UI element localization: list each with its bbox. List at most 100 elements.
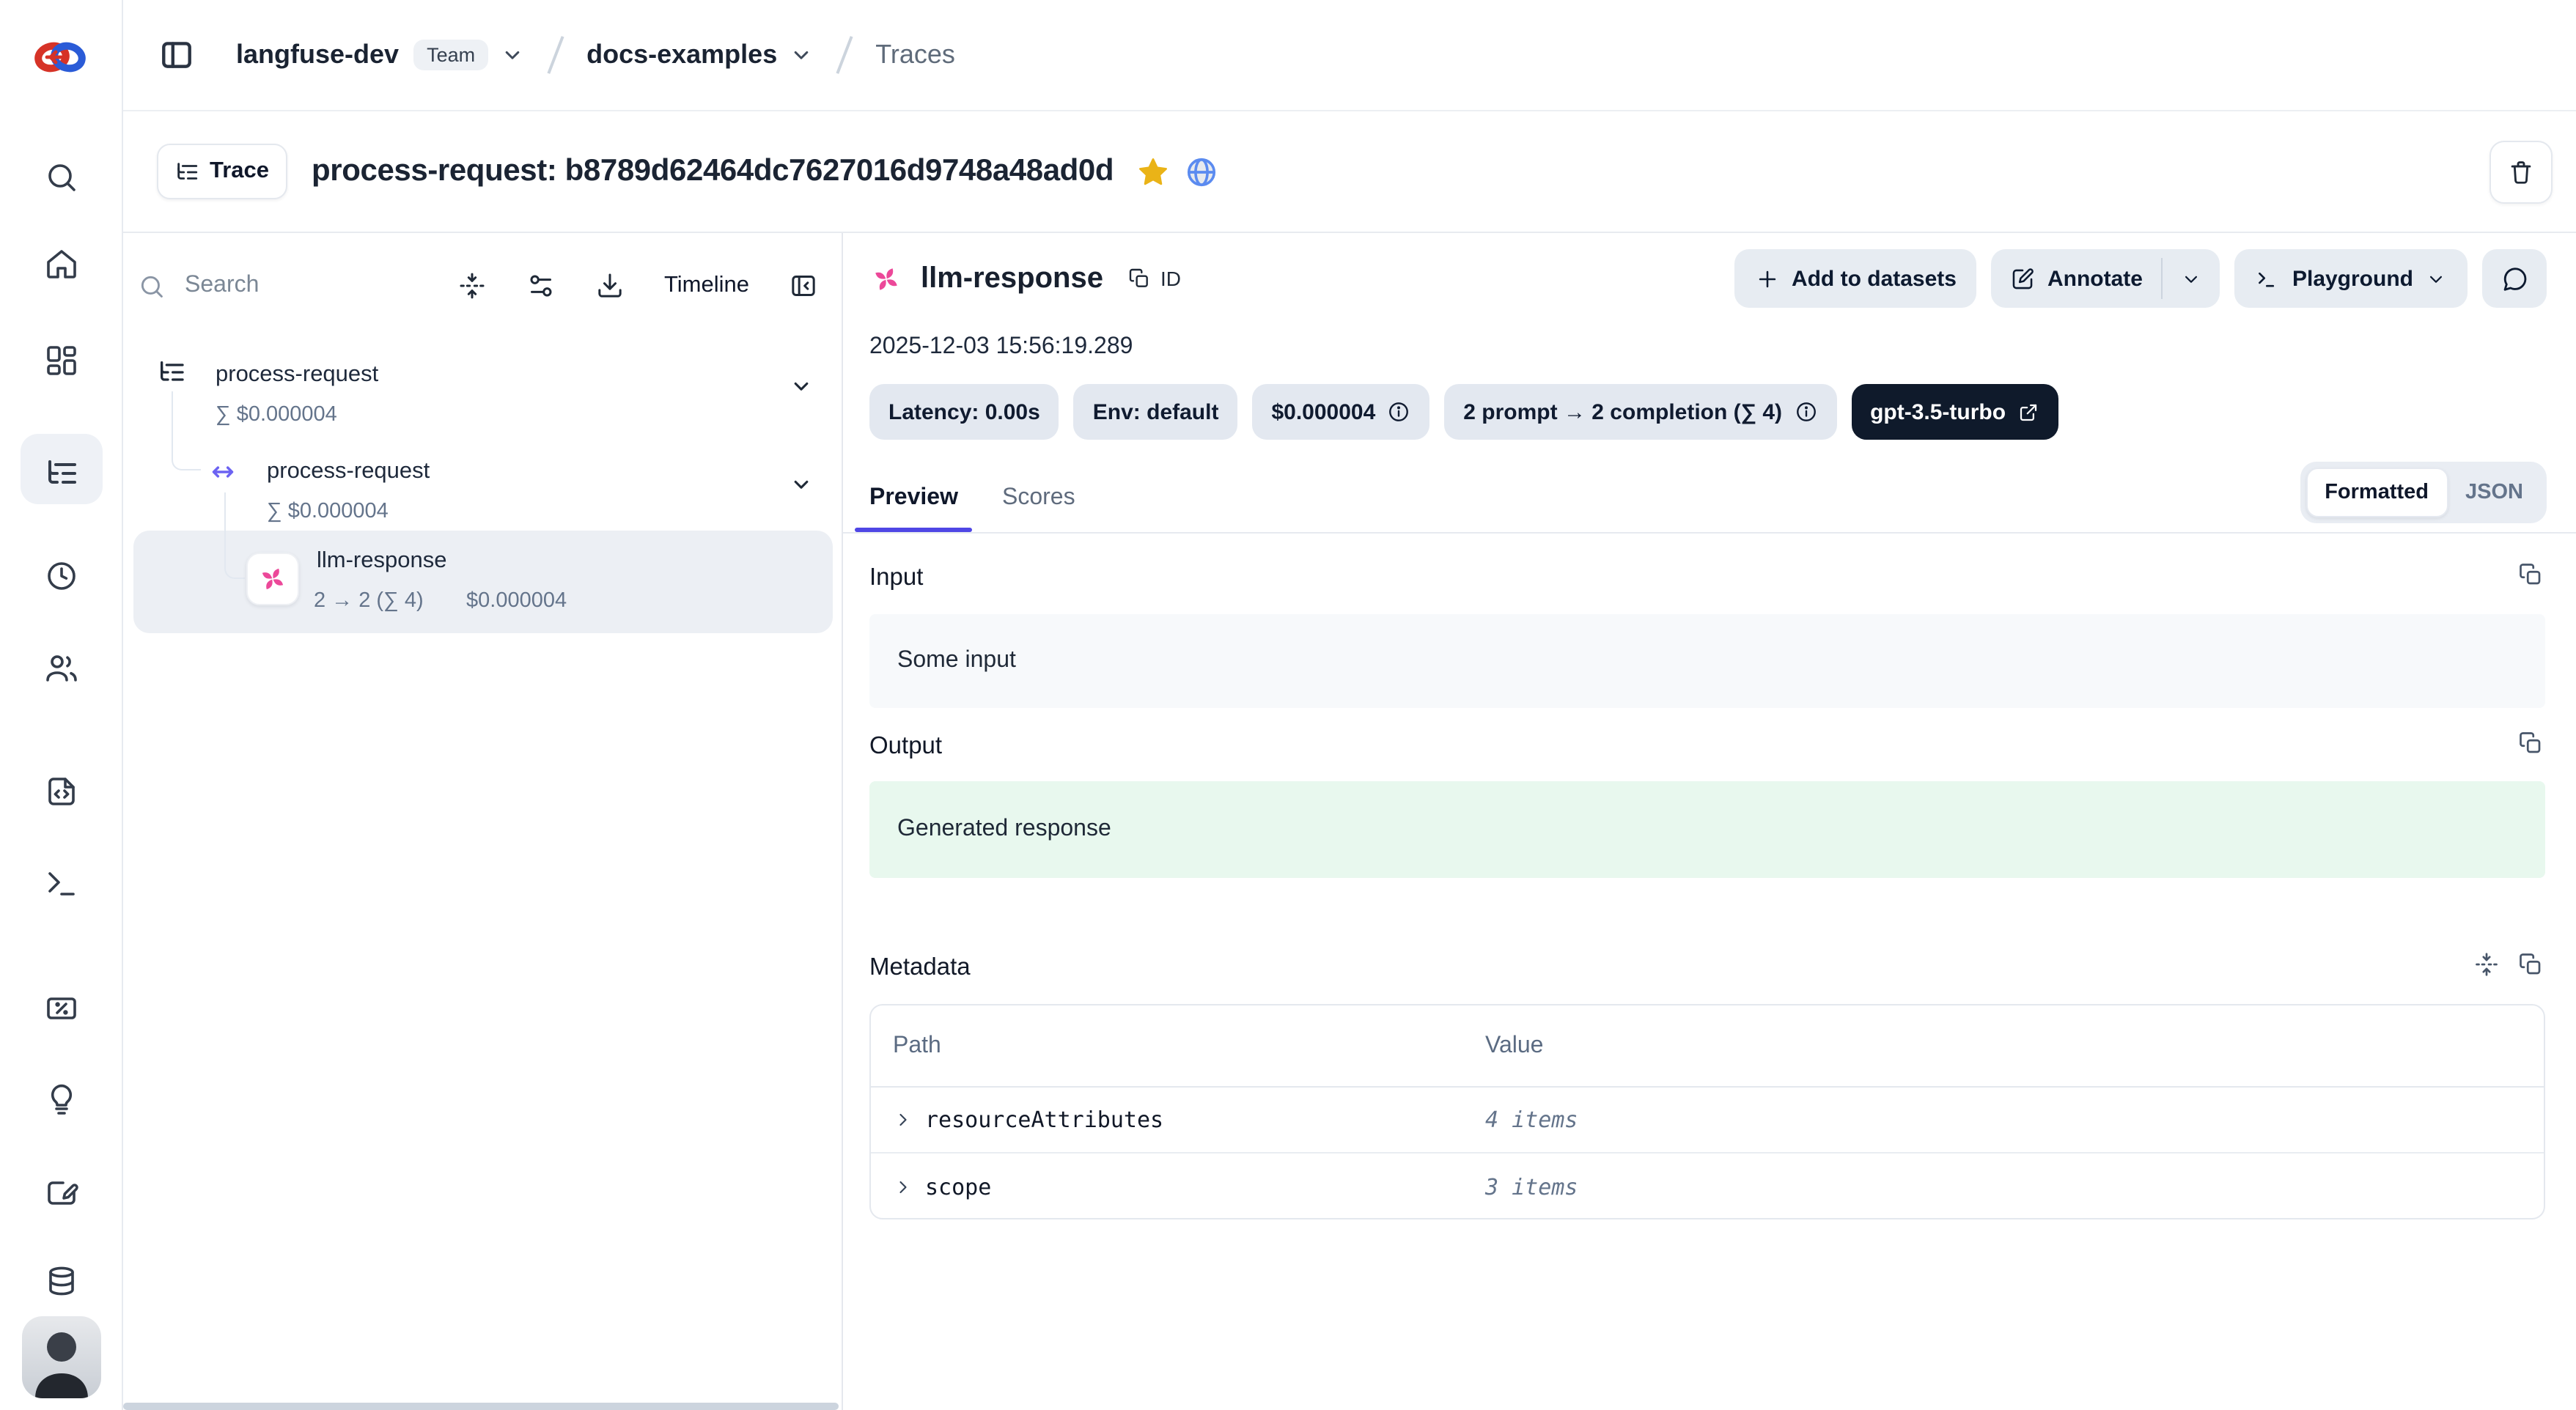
tree-connector: [172, 391, 201, 470]
expand-metadata-icon[interactable]: [2473, 951, 2500, 978]
model-badge[interactable]: gpt-3.5-turbo: [1851, 384, 2058, 440]
tree-node-cost: $0.000004: [466, 589, 567, 613]
rail-item-users[interactable]: [44, 651, 79, 686]
rail-item-dashboards[interactable]: [44, 343, 79, 378]
tab-scores[interactable]: Scores: [987, 465, 1090, 532]
info-icon[interactable]: [1794, 400, 1817, 424]
user-avatar[interactable]: [22, 1316, 101, 1398]
project-chevron-down-icon[interactable]: [789, 43, 814, 67]
copy-metadata-icon[interactable]: [2517, 951, 2544, 978]
terminal-icon: [2256, 266, 2281, 291]
breadcrumb-section[interactable]: Traces: [875, 40, 955, 70]
detail-tabs: Preview Scores: [855, 465, 1090, 532]
chevron-right-icon[interactable]: [893, 1110, 913, 1130]
trace-node-icon: [157, 358, 186, 387]
rail-item-sessions[interactable]: [44, 558, 79, 594]
id-label: ID: [1160, 267, 1181, 290]
metadata-value: 4 items: [1485, 1107, 2544, 1133]
format-option-formatted[interactable]: Formatted: [2305, 468, 2448, 517]
external-link-icon: [2017, 401, 2039, 423]
download-icon[interactable]: [595, 271, 625, 300]
chevron-down-icon: [2425, 267, 2447, 289]
detail-header: llm-response ID Add to datasets Annotate: [869, 249, 2547, 308]
generation-icon: [869, 262, 903, 295]
output-section-label: Output: [869, 733, 942, 761]
tab-preview[interactable]: Preview: [855, 465, 973, 532]
tree-node-cost: ∑ $0.000004: [267, 500, 389, 523]
tree-node-name[interactable]: process-request: [216, 362, 378, 388]
playground-button[interactable]: Playground: [2235, 249, 2468, 308]
comments-button[interactable]: [2482, 249, 2547, 308]
tree-node-name[interactable]: process-request: [267, 459, 430, 485]
annotate-button[interactable]: Annotate: [1992, 249, 2162, 308]
observation-detail-panel: llm-response ID Add to datasets Annotate: [843, 233, 2576, 1410]
breadcrumb-project[interactable]: docs-examples: [586, 40, 777, 70]
chevron-down-icon[interactable]: [789, 472, 814, 497]
public-globe-icon[interactable]: [1184, 155, 1218, 188]
rail-item-evaluation[interactable]: [44, 991, 79, 1026]
tree-horizontal-scrollbar[interactable]: [123, 1403, 839, 1410]
rail-item-home[interactable]: [44, 246, 79, 281]
delete-trace-button[interactable]: [2489, 140, 2553, 203]
annotate-dropdown-button[interactable]: [2163, 249, 2220, 308]
langfuse-logo[interactable]: [32, 38, 88, 76]
view-settings-icon[interactable]: [526, 271, 556, 300]
rail-item-prompts[interactable]: [44, 774, 79, 809]
collapse-all-icon[interactable]: [457, 271, 487, 300]
tabs-divider: [843, 532, 2576, 534]
tree-search[interactable]: [138, 272, 418, 300]
timeline-toggle[interactable]: Timeline: [664, 273, 749, 299]
detail-actions: Add to datasets Annotate Playground: [1734, 249, 2547, 308]
annotate-split-button: Annotate: [1992, 249, 2220, 308]
copy-output-icon[interactable]: [2517, 730, 2544, 756]
list-tree-icon: [174, 159, 199, 184]
column-header-value: Value: [1485, 1033, 2544, 1059]
pen-square-icon: [2011, 266, 2036, 291]
breadcrumb-bar: langfuse-dev Team docs-examples Traces: [123, 0, 2576, 111]
info-icon[interactable]: [1387, 400, 1410, 424]
output-content: Generated response: [869, 781, 2545, 878]
span-node-icon: [208, 457, 238, 487]
format-option-json[interactable]: JSON: [2448, 468, 2541, 517]
env-badge: Env: default: [1074, 384, 1238, 440]
rail-item-datasets[interactable]: [44, 1263, 79, 1299]
trace-title: process-request: b8789d62464dc7627016d97…: [312, 154, 1114, 189]
rail-item-tracing[interactable]: [44, 456, 79, 491]
tree-node-cost: ∑ $0.000004: [216, 403, 337, 427]
metadata-table-header: Path Value: [871, 1005, 2544, 1088]
collapse-panel-icon[interactable]: [789, 271, 818, 300]
add-to-datasets-button[interactable]: Add to datasets: [1734, 249, 1977, 308]
trace-type-label: Trace: [210, 158, 269, 185]
tree-node-name[interactable]: llm-response: [317, 548, 446, 575]
tree-node-usage: 2 → 2 (∑ 4): [314, 589, 424, 613]
rail-item-annotation[interactable]: [44, 1175, 79, 1211]
format-toggle: Formatted JSON: [2300, 462, 2547, 523]
rail-item-search[interactable]: [44, 160, 79, 195]
breadcrumb-separator: [548, 36, 564, 74]
token-usage-badge: 2 prompt → 2 completion (∑ 4): [1444, 384, 1836, 440]
copy-input-icon[interactable]: [2517, 561, 2544, 588]
metadata-table: Path Value resourceAttributes 4 items sc…: [869, 1004, 2545, 1219]
latency-badge: Latency: 0.00s: [869, 384, 1059, 440]
chevron-down-icon[interactable]: [789, 374, 814, 399]
chevron-right-icon[interactable]: [893, 1176, 913, 1197]
breadcrumb-org[interactable]: langfuse-dev: [236, 40, 399, 70]
comment-icon: [2500, 265, 2528, 292]
rail-item-insights[interactable]: [44, 1082, 79, 1117]
copy-id-button[interactable]: ID: [1128, 267, 1181, 290]
org-chevron-down-icon[interactable]: [500, 43, 525, 67]
table-row[interactable]: scope 3 items: [871, 1154, 2544, 1219]
trace-header: Trace process-request: b8789d62464dc7627…: [123, 111, 2576, 233]
trace-type-badge: Trace: [157, 144, 287, 199]
generation-node-icon: [246, 553, 299, 605]
observation-title: llm-response: [921, 262, 1103, 295]
tree-search-input[interactable]: [185, 273, 346, 299]
sidebar-toggle-icon[interactable]: [158, 37, 195, 73]
table-row[interactable]: resourceAttributes 4 items: [871, 1088, 2544, 1154]
plus-icon: [1755, 266, 1780, 291]
bookmark-star-icon[interactable]: [1136, 155, 1169, 188]
metadata-value: 3 items: [1485, 1173, 2544, 1200]
rail-item-playground[interactable]: [44, 866, 79, 901]
observation-timestamp: 2025-12-03 15:56:19.289: [869, 334, 1133, 361]
observation-badges: Latency: 0.00s Env: default $0.000004 2 …: [869, 384, 2058, 440]
